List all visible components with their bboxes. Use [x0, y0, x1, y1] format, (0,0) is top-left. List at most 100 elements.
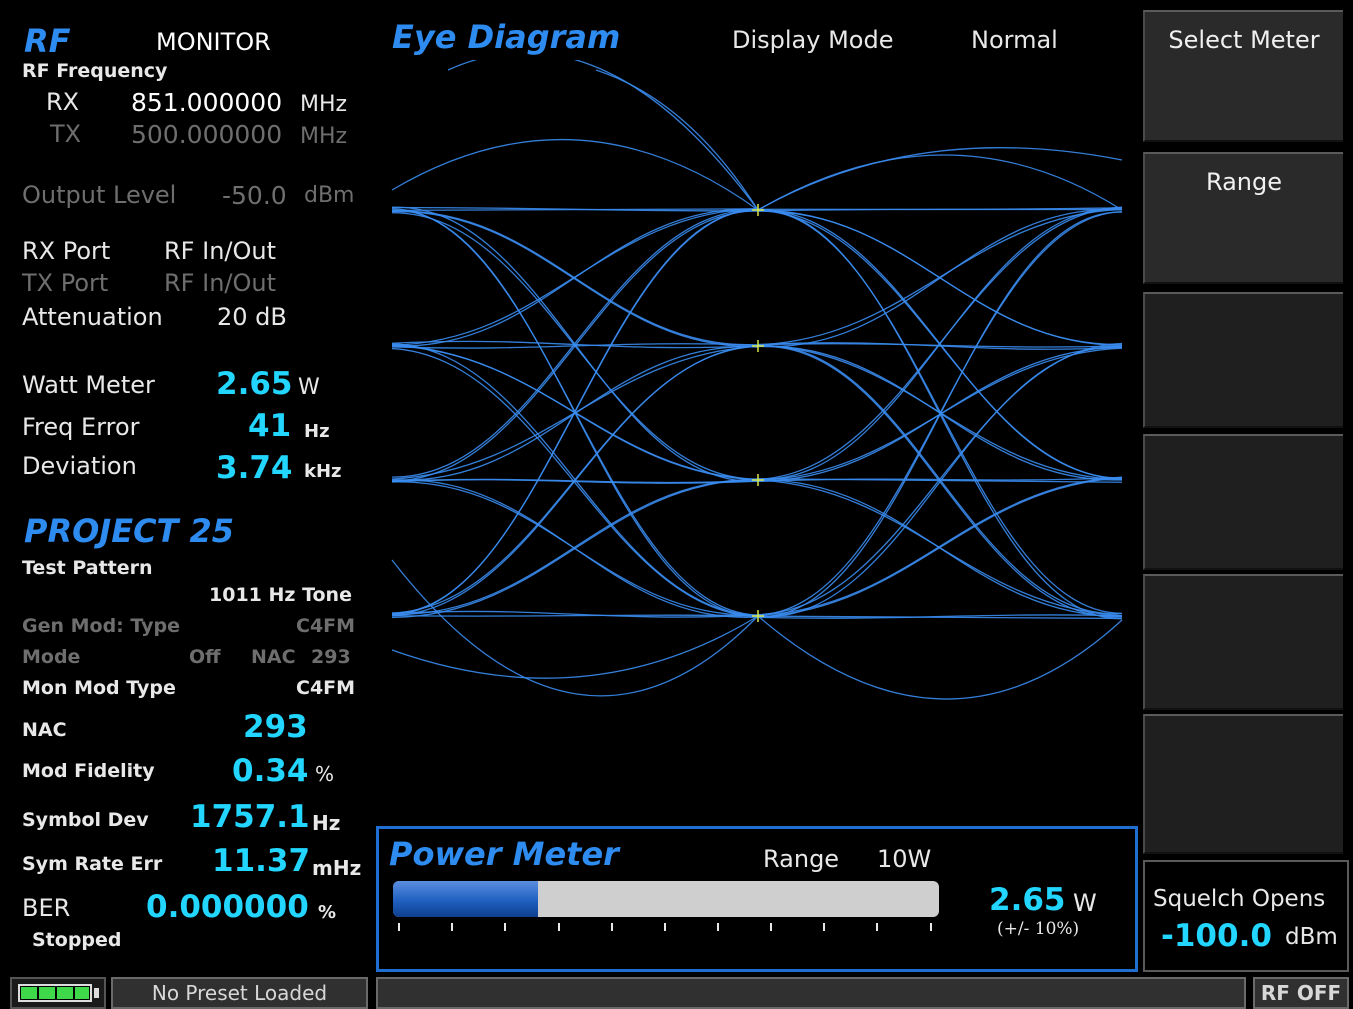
eye-trace	[757, 477, 1123, 618]
eye-trace	[391, 478, 759, 619]
watt-meter-value: 2.65	[216, 366, 293, 402]
p25-title: PROJECT 25	[24, 512, 235, 550]
sym-rate-err-unit: mHz	[312, 856, 362, 880]
nac-value: 293	[243, 709, 308, 745]
softkey-blank-4[interactable]	[1143, 434, 1343, 570]
mon-mod-type-value[interactable]: C4FM	[296, 677, 355, 699]
eye-trace	[447, 60, 759, 211]
gen-mod-type-value: C4FM	[296, 615, 356, 637]
freq-error-unit: Hz	[304, 421, 330, 442]
ber-value: 0.000000	[146, 889, 309, 925]
test-pattern-label: Test Pattern	[22, 557, 153, 579]
eye-trace	[391, 615, 759, 679]
eye-diagram-title: Eye Diagram	[392, 18, 621, 56]
eye-trace	[757, 154, 1123, 211]
softkey-blank-6[interactable]	[1143, 714, 1343, 854]
range-button[interactable]: Range	[1143, 152, 1343, 284]
watt-meter-unit: W	[298, 375, 320, 400]
select-meter-button[interactable]: Select Meter	[1143, 10, 1343, 142]
freq-error-value: 41	[248, 408, 292, 444]
power-meter-scale	[398, 923, 932, 931]
rf-frequency-label: RF Frequency	[22, 60, 168, 82]
ber-label: BER	[22, 894, 71, 922]
eye-trace	[757, 147, 1123, 211]
eye-trace	[391, 211, 759, 348]
attenuation-label: Attenuation	[22, 303, 163, 331]
rx-frequency-unit: MHz	[300, 92, 348, 117]
rf-state-status[interactable]: RF OFF	[1253, 977, 1349, 1009]
tx-port-value: RF In/Out	[164, 269, 276, 297]
eye-trace	[757, 615, 1123, 700]
rx-label: RX	[46, 88, 80, 116]
symbol-dev-unit: Hz	[312, 811, 341, 835]
eye-diagram-plot	[391, 60, 1123, 700]
power-meter-panel: Power Meter Range 10W 2.65 W (+/- 10%)	[376, 826, 1138, 972]
nac-gen-label: NAC	[251, 646, 296, 668]
mod-fidelity-unit: %	[315, 762, 335, 786]
eye-trace	[391, 559, 759, 697]
deviation-label: Deviation	[22, 452, 137, 480]
rx-port-label: RX Port	[22, 237, 111, 265]
sym-rate-err-value: 11.37	[212, 843, 311, 879]
eye-trace	[391, 208, 759, 347]
softkey-blank-3[interactable]	[1143, 292, 1343, 428]
select-meter-label: Select Meter	[1168, 26, 1320, 54]
attenuation-value[interactable]: 20 dB	[217, 303, 287, 331]
status-message-area	[376, 977, 1246, 1009]
mod-fidelity-label: Mod Fidelity	[22, 760, 155, 782]
mode-label: Mode	[22, 646, 81, 668]
eye-trace	[391, 208, 759, 616]
battery-indicator	[10, 977, 106, 1009]
power-meter-unit: W	[1073, 889, 1097, 917]
display-mode-value[interactable]: Normal	[971, 26, 1058, 54]
ber-unit: %	[318, 902, 337, 923]
deviation-value: 3.74	[216, 450, 293, 486]
tx-port-label: TX Port	[22, 269, 109, 297]
nac-label: NAC	[22, 719, 67, 741]
mon-mod-type-label: Mon Mod Type	[22, 677, 176, 699]
display-mode-label: Display Mode	[732, 26, 894, 54]
gen-mod-type-label: Gen Mod: Type	[22, 615, 180, 637]
sym-rate-err-label: Sym Rate Err	[22, 853, 163, 875]
ber-status: Stopped	[32, 929, 122, 951]
mode-value: Off	[189, 646, 221, 668]
watt-meter-label: Watt Meter	[22, 371, 155, 399]
power-meter-fill	[393, 881, 538, 917]
eye-trace	[391, 139, 759, 211]
power-range-value[interactable]: 10W	[877, 845, 931, 873]
tx-frequency-unit: MHz	[300, 124, 348, 149]
eye-trace	[391, 614, 759, 617]
preset-status[interactable]: No Preset Loaded	[111, 977, 368, 1009]
tx-label: TX	[50, 120, 82, 148]
deviation-unit: kHz	[304, 461, 342, 482]
symbol-marker	[752, 340, 764, 352]
test-pattern-value[interactable]: 1011 Hz Tone	[209, 584, 352, 606]
output-level-value: -50.0	[222, 181, 287, 210]
power-meter-value: 2.65	[989, 882, 1066, 918]
rf-mode: MONITOR	[156, 28, 271, 56]
power-meter-title: Power Meter	[389, 835, 619, 873]
symbol-marker	[752, 204, 764, 216]
squelch-unit: dBm	[1285, 924, 1338, 950]
squelch-label: Squelch Opens	[1153, 886, 1326, 912]
rx-port-value[interactable]: RF In/Out	[164, 237, 276, 265]
output-level-unit: dBm	[304, 183, 355, 208]
power-range-label: Range	[763, 845, 840, 873]
eye-trace	[595, 69, 759, 211]
power-meter-tolerance: (+/- 10%)	[997, 919, 1080, 939]
rf-title: RF	[24, 22, 71, 60]
range-label: Range	[1205, 168, 1283, 196]
battery-icon	[18, 984, 92, 1002]
squelch-panel[interactable]: Squelch Opens -100.0 dBm	[1143, 860, 1349, 972]
eye-trace	[391, 210, 759, 482]
softkey-blank-5[interactable]	[1143, 574, 1343, 710]
eye-trace	[757, 346, 1123, 482]
symbol-marker	[752, 474, 764, 486]
nac-gen-value: 293	[311, 646, 351, 668]
freq-error-label: Freq Error	[22, 413, 140, 441]
rx-frequency-value[interactable]: 851.000000	[131, 88, 282, 117]
eye-trace	[391, 346, 759, 481]
eye-trace	[391, 345, 759, 617]
symbol-dev-value: 1757.1	[190, 799, 310, 835]
tx-frequency-value: 500.000000	[131, 120, 283, 149]
